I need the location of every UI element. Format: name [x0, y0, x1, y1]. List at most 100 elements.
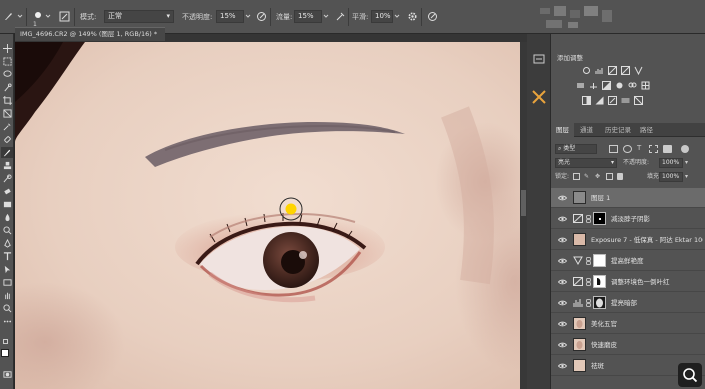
lasso-tool-icon[interactable]	[1, 69, 13, 80]
filter-pixel-icon[interactable]	[609, 145, 618, 153]
eye-icon[interactable]	[558, 215, 567, 223]
color-lookup-icon[interactable]	[640, 81, 650, 90]
airbrush-icon[interactable]	[333, 9, 347, 23]
zoom-tool-icon[interactable]	[1, 303, 13, 314]
layer-mask-thumbnail[interactable]	[593, 296, 606, 309]
link-icon[interactable]	[586, 215, 591, 223]
brush-settings-icon[interactable]	[57, 9, 71, 23]
gradient-map-icon[interactable]	[620, 96, 630, 105]
blend-mode-select[interactable]: 亮光 ▾	[555, 158, 617, 168]
tab-paths[interactable]: 路径	[635, 123, 658, 137]
eye-icon[interactable]	[558, 320, 567, 328]
layer-opacity-input[interactable]: 100%	[659, 158, 683, 168]
tool-preset-chevron-icon[interactable]	[16, 9, 24, 23]
document-tab[interactable]: IMG_4696.CR2 @ 149% (图层 1, RGB/16) *	[15, 27, 165, 41]
filter-adjustment-icon[interactable]	[623, 145, 632, 153]
orange-tool-icon[interactable]	[531, 89, 547, 105]
clone-stamp-tool-icon[interactable]	[1, 160, 13, 171]
layer-row[interactable]: 减淡脖子阴影	[551, 209, 705, 229]
rectangle-tool-icon[interactable]	[1, 277, 13, 288]
eye-icon[interactable]	[558, 194, 567, 202]
opacity-chevron-icon[interactable]	[244, 9, 252, 23]
layer-row[interactable]: 提高鲜艳度	[551, 251, 705, 271]
healing-brush-tool-icon[interactable]	[1, 134, 13, 145]
link-icon[interactable]	[586, 299, 591, 307]
color-balance-icon[interactable]	[588, 81, 598, 90]
selective-color-icon[interactable]	[633, 96, 643, 105]
smoothing-input[interactable]: 10%	[371, 10, 393, 23]
brush-tool-icon[interactable]	[2, 9, 16, 23]
eye-icon[interactable]	[558, 278, 567, 286]
eye-icon[interactable]	[558, 257, 567, 265]
eyedropper-tool-icon[interactable]	[1, 121, 13, 132]
eye-icon[interactable]	[558, 341, 567, 349]
brightness-icon[interactable]	[581, 66, 591, 75]
lock-artboard-icon[interactable]	[606, 173, 613, 180]
curves-icon[interactable]	[607, 66, 617, 75]
filter-type-icon[interactable]: T	[637, 144, 641, 152]
gradient-tool-icon[interactable]	[1, 199, 13, 210]
layer-row[interactable]: 快速磨皮	[551, 335, 705, 355]
layer-mask-thumbnail[interactable]	[593, 254, 606, 267]
layer-mask-thumbnail[interactable]	[593, 275, 606, 288]
opacity-chevron-icon[interactable]: ▾	[685, 159, 688, 166]
more-tools-icon[interactable]	[1, 316, 13, 327]
pressure-opacity-icon[interactable]	[254, 9, 268, 23]
pen-tool-icon[interactable]	[1, 238, 13, 249]
flow-input[interactable]: 15%	[294, 10, 322, 23]
fill-input[interactable]: 100%	[659, 172, 683, 182]
quick-mask-icon[interactable]	[1, 369, 13, 380]
lock-all-icon[interactable]	[617, 173, 623, 180]
opacity-input[interactable]: 15%	[216, 10, 244, 23]
filter-kind-select[interactable]: ⌕ 类型	[555, 144, 597, 154]
eye-icon[interactable]	[558, 362, 567, 370]
marquee-tool-icon[interactable]	[1, 56, 13, 67]
channel-mixer-icon[interactable]	[627, 81, 637, 90]
canvas-vertical-scrollbar[interactable]	[520, 42, 527, 389]
layer-row[interactable]: 调整环境色一倒叶红	[551, 272, 705, 292]
path-selection-tool-icon[interactable]	[1, 264, 13, 275]
lock-position-icon[interactable]: ✥	[595, 173, 602, 180]
layer-row[interactable]: 美化五官	[551, 314, 705, 334]
photo-filter-icon[interactable]	[614, 81, 624, 90]
brush-picker-chevron-icon[interactable]	[44, 9, 52, 23]
search-button[interactable]	[678, 363, 702, 387]
crop-tool-icon[interactable]	[1, 95, 13, 106]
lock-image-icon[interactable]: ✎	[584, 173, 591, 180]
document-canvas[interactable]	[15, 42, 520, 389]
tab-channels[interactable]: 通道	[575, 123, 598, 137]
dodge-tool-icon[interactable]	[1, 225, 13, 236]
fill-chevron-icon[interactable]: ▾	[685, 173, 688, 180]
frame-tool-icon[interactable]	[1, 108, 13, 119]
levels-icon[interactable]	[594, 66, 604, 75]
flow-chevron-icon[interactable]	[322, 9, 330, 23]
smoothing-chevron-icon[interactable]	[393, 9, 401, 23]
layer-row[interactable]: 提亮暗部	[551, 293, 705, 313]
tab-history[interactable]: 历史记录	[600, 123, 636, 137]
mode-select[interactable]: 正常 ▾	[104, 10, 174, 23]
foreground-color-swatch[interactable]	[1, 349, 9, 357]
lock-transparent-icon[interactable]	[573, 173, 580, 180]
exposure-icon[interactable]	[620, 66, 630, 75]
filter-smart-object-icon[interactable]	[663, 145, 672, 153]
move-tool-icon[interactable]	[1, 43, 13, 54]
link-icon[interactable]	[586, 278, 591, 286]
black-white-icon[interactable]	[601, 81, 611, 90]
scrollbar-thumb[interactable]	[521, 190, 526, 216]
blur-tool-icon[interactable]	[1, 212, 13, 223]
tab-layers[interactable]: 图层	[551, 123, 574, 137]
link-icon[interactable]	[586, 257, 591, 265]
brush-tool-icon[interactable]	[1, 147, 13, 158]
threshold-icon[interactable]	[607, 96, 617, 105]
eye-icon[interactable]	[558, 299, 567, 307]
hue-saturation-icon[interactable]	[575, 81, 585, 90]
eraser-tool-icon[interactable]	[1, 186, 13, 197]
gear-icon[interactable]	[405, 9, 419, 23]
pressure-size-icon[interactable]	[425, 9, 439, 23]
layer-row[interactable]: 图层 1	[551, 188, 705, 208]
history-panel-icon[interactable]	[533, 54, 545, 64]
history-brush-tool-icon[interactable]	[1, 173, 13, 184]
eye-icon[interactable]	[558, 236, 567, 244]
vibrance-icon[interactable]	[633, 66, 643, 75]
posterize-icon[interactable]	[594, 96, 604, 105]
